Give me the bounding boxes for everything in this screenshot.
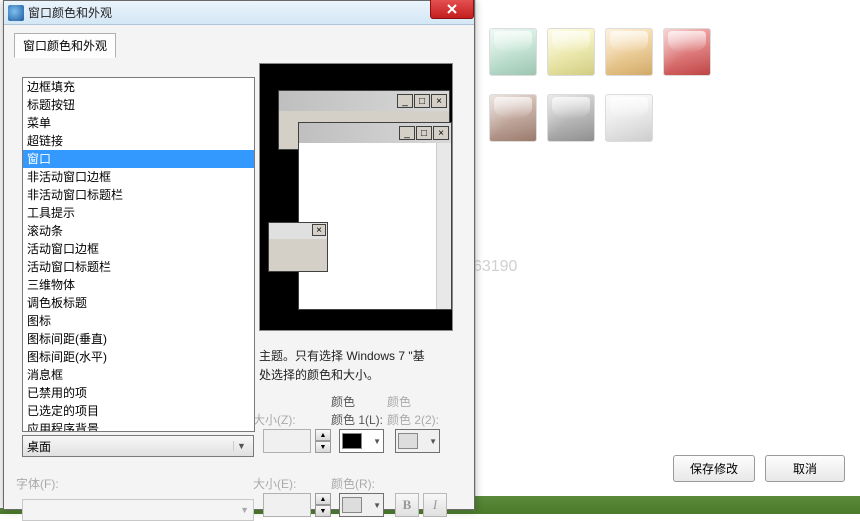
color-r-control: ▼ — [339, 493, 384, 517]
swatch-row-1 — [489, 28, 711, 76]
scrollbar — [436, 143, 451, 309]
close-icon: × — [312, 224, 326, 236]
cancel-button[interactable]: 取消 — [765, 455, 845, 482]
bold-button: B — [395, 493, 419, 517]
dropdown-item[interactable]: 菜单 — [23, 114, 254, 132]
color1-swatch — [342, 433, 362, 449]
min-icon: _ — [399, 126, 415, 140]
tab-window-color[interactable]: 窗口颜色和外观 — [14, 33, 116, 58]
chevron-down-icon: ▼ — [429, 437, 437, 446]
size-e-input — [263, 493, 311, 517]
size-e-control: ▲ ▼ — [263, 493, 331, 517]
color1-control[interactable]: ▼ — [339, 429, 384, 453]
color2-header: 颜色 — [387, 393, 411, 410]
color2-swatch — [398, 433, 418, 449]
color-swatch[interactable] — [489, 94, 537, 142]
color-swatch[interactable] — [605, 28, 653, 76]
font-style-buttons: B I — [395, 493, 447, 517]
dropdown-item[interactable]: 边框填充 — [23, 78, 254, 96]
color-swatch[interactable] — [605, 94, 653, 142]
min-icon: _ — [397, 94, 413, 108]
size-e-spinner: ▲ ▼ — [315, 493, 331, 517]
dropdown-item[interactable]: 消息框 — [23, 366, 254, 384]
color-appearance-dialog: 窗口颜色和外观 窗口颜色和外观 _ □ × _ □ × — [3, 0, 475, 510]
color-swatch[interactable] — [663, 28, 711, 76]
dropdown-item[interactable]: 三维物体 — [23, 276, 254, 294]
close-icon: × — [431, 94, 447, 108]
item-combo-value: 桌面 — [27, 438, 51, 455]
chevron-down-icon: ▼ — [373, 501, 381, 510]
dropdown-item[interactable]: 已禁用的项 — [23, 384, 254, 402]
color-r-label: 颜色(R): — [331, 475, 375, 492]
dropdown-item[interactable]: 图标间距(垂直) — [23, 330, 254, 348]
description-text: 主题。只有选择 Windows 7 "基 处选择的颜色和大小。 — [259, 347, 464, 385]
close-icon — [447, 4, 457, 14]
swatch-row-2 — [489, 94, 653, 142]
titlebar-text: 窗口颜色和外观 — [28, 4, 112, 21]
dialog-body: 窗口颜色和外观 _ □ × _ □ × × — [4, 25, 474, 509]
dropdown-item[interactable]: 窗口 — [23, 150, 254, 168]
dropdown-item[interactable]: 活动窗口标题栏 — [23, 258, 254, 276]
size-z-label: 大小(Z): — [253, 411, 296, 428]
dropdown-item[interactable]: 标题按钮 — [23, 96, 254, 114]
save-button[interactable]: 保存修改 — [673, 455, 755, 482]
size-z-spinner: ▲ ▼ — [315, 429, 331, 453]
preview-active-window: _ □ × — [298, 122, 452, 310]
color1-header: 颜色 — [331, 393, 355, 410]
dropdown-item[interactable]: 活动窗口边框 — [23, 240, 254, 258]
dropdown-item[interactable]: 调色板标题 — [23, 294, 254, 312]
size-z-control: ▲ ▼ — [263, 429, 331, 453]
titlebar: 窗口颜色和外观 — [4, 1, 474, 25]
font-label: 字体(F): — [16, 475, 59, 492]
spin-up: ▲ — [315, 493, 331, 505]
color2-control: ▼ — [395, 429, 440, 453]
spin-up: ▲ — [315, 429, 331, 441]
right-panel-buttons: 保存修改 取消 — [673, 455, 845, 482]
size-z-input — [263, 429, 311, 453]
app-icon — [8, 5, 24, 21]
item-dropdown-list[interactable]: 边框填充标题按钮菜单超链接窗口非活动窗口边框非活动窗口标题栏工具提示滚动条活动窗… — [22, 77, 255, 432]
color2-label: 颜色 2(2): — [387, 411, 439, 428]
color-r-combo: ▼ — [339, 493, 384, 517]
close-button[interactable] — [430, 0, 474, 19]
color-swatch[interactable] — [489, 28, 537, 76]
size-e-label: 大小(E): — [253, 475, 296, 492]
max-icon: □ — [414, 94, 430, 108]
max-icon: □ — [416, 126, 432, 140]
color-r-swatch — [342, 497, 362, 513]
chevron-down-icon: ▼ — [373, 437, 381, 446]
right-panel: 保存修改 取消 — [475, 0, 860, 514]
dropdown-item[interactable]: 非活动窗口边框 — [23, 168, 254, 186]
font-combo: ▼ — [22, 499, 254, 521]
color2-combo: ▼ — [395, 429, 440, 453]
spin-down: ▼ — [315, 505, 331, 517]
chevron-down-icon: ▼ — [233, 441, 249, 451]
dropdown-item[interactable]: 工具提示 — [23, 204, 254, 222]
dropdown-item[interactable]: 图标间距(水平) — [23, 348, 254, 366]
dropdown-item[interactable]: 图标 — [23, 312, 254, 330]
italic-button: I — [423, 493, 447, 517]
dropdown-item[interactable]: 应用程序背景 — [23, 420, 254, 432]
dropdown-item[interactable]: 超链接 — [23, 132, 254, 150]
color-swatch[interactable] — [547, 28, 595, 76]
close-icon: × — [433, 126, 449, 140]
preview-message-box: × — [268, 222, 328, 272]
color-swatch[interactable] — [547, 94, 595, 142]
preview-pane: _ □ × _ □ × × — [259, 63, 453, 331]
item-combo[interactable]: 桌面 ▼ — [22, 435, 254, 457]
color1-label: 颜色 1(L): — [331, 411, 383, 428]
dropdown-item[interactable]: 非活动窗口标题栏 — [23, 186, 254, 204]
spin-down: ▼ — [315, 441, 331, 453]
dropdown-item[interactable]: 滚动条 — [23, 222, 254, 240]
dropdown-item[interactable]: 已选定的项目 — [23, 402, 254, 420]
taskbar — [475, 496, 860, 514]
color1-combo[interactable]: ▼ — [339, 429, 384, 453]
